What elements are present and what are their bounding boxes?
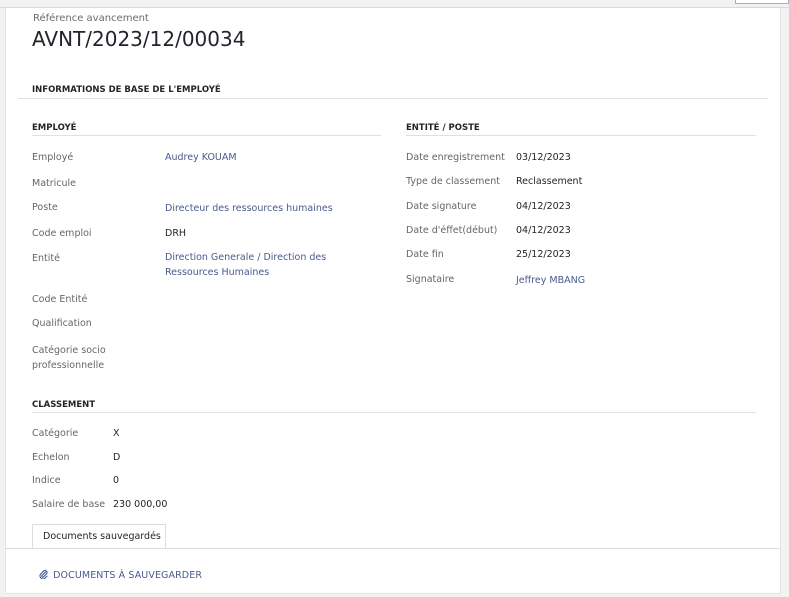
section-separator <box>18 98 768 99</box>
label-date-fin: Date fin <box>406 249 444 260</box>
value-date-effet: 04/12/2023 <box>516 225 571 236</box>
label-echelon: Echelon <box>32 452 70 463</box>
tab-bar-line <box>6 548 780 549</box>
label-type-classement: Type de classement <box>406 176 501 187</box>
signataire-link[interactable]: Jeffrey MBANG <box>516 275 585 286</box>
paperclip-icon <box>39 569 51 581</box>
tab-label: Documents sauvegardés <box>43 531 161 542</box>
label-date-effet: Date d'éffet(début) <box>406 225 498 236</box>
label-qualification: Qualification <box>32 318 92 329</box>
group-separator <box>32 135 381 136</box>
label-code-entite: Code Entité <box>32 294 88 305</box>
value-indice: 0 <box>113 475 120 486</box>
label-indice: Indice <box>32 475 61 486</box>
group-separator <box>32 412 756 413</box>
group-title-entite-poste: ENTITÉ / POSTE <box>406 123 480 133</box>
label-entite: Entité <box>32 253 60 264</box>
top-right-button-edge[interactable] <box>735 0 789 4</box>
reference-value: AVNT/2023/12/00034 <box>32 27 246 51</box>
label-code-emploi: Code emploi <box>32 228 92 239</box>
value-categorie: X <box>113 428 120 439</box>
label-matricule: Matricule <box>32 178 77 189</box>
value-date-signature: 04/12/2023 <box>516 201 571 212</box>
label-categorie-socio: Catégorie socio professionnelle <box>32 345 106 371</box>
group-title-employe: EMPLOYÉ <box>32 123 77 133</box>
tab-documents-sauvegardes[interactable]: Documents sauvegardés <box>32 524 166 548</box>
entite-link[interactable]: Direction Generale / Direction des Resso… <box>165 250 380 280</box>
poste-link[interactable]: Directeur des ressources humaines <box>165 203 333 214</box>
value-echelon: D <box>113 452 121 463</box>
label-employe: Employé <box>32 152 74 163</box>
value-salaire-base: 230 000,00 <box>113 499 168 510</box>
section-title-base-info: INFORMATIONS DE BASE DE L'EMPLOYÉ <box>32 85 221 95</box>
documents-a-sauvegarder-button[interactable]: DOCUMENTS À SAUVEGARDER <box>39 569 202 581</box>
label-categorie: Catégorie <box>32 428 79 439</box>
label-date-signature: Date signature <box>406 201 477 212</box>
value-date-fin: 25/12/2023 <box>516 249 571 260</box>
documents-button-label: DOCUMENTS À SAUVEGARDER <box>53 570 203 581</box>
form-sheet: Référence avancement AVNT/2023/12/00034 … <box>5 8 781 594</box>
group-separator <box>406 135 756 136</box>
label-poste: Poste <box>32 202 58 213</box>
label-salaire-base: Salaire de base <box>32 499 106 510</box>
reference-label: Référence avancement <box>33 13 149 24</box>
value-type-classement: Reclassement <box>516 176 583 187</box>
value-date-enregistrement: 03/12/2023 <box>516 152 571 163</box>
employe-link[interactable]: Audrey KOUAM <box>165 152 237 163</box>
label-signataire: Signataire <box>406 274 455 285</box>
value-code-emploi: DRH <box>165 228 187 239</box>
group-title-classement: CLASSEMENT <box>32 400 96 410</box>
label-date-enregistrement: Date enregistrement <box>406 152 505 163</box>
